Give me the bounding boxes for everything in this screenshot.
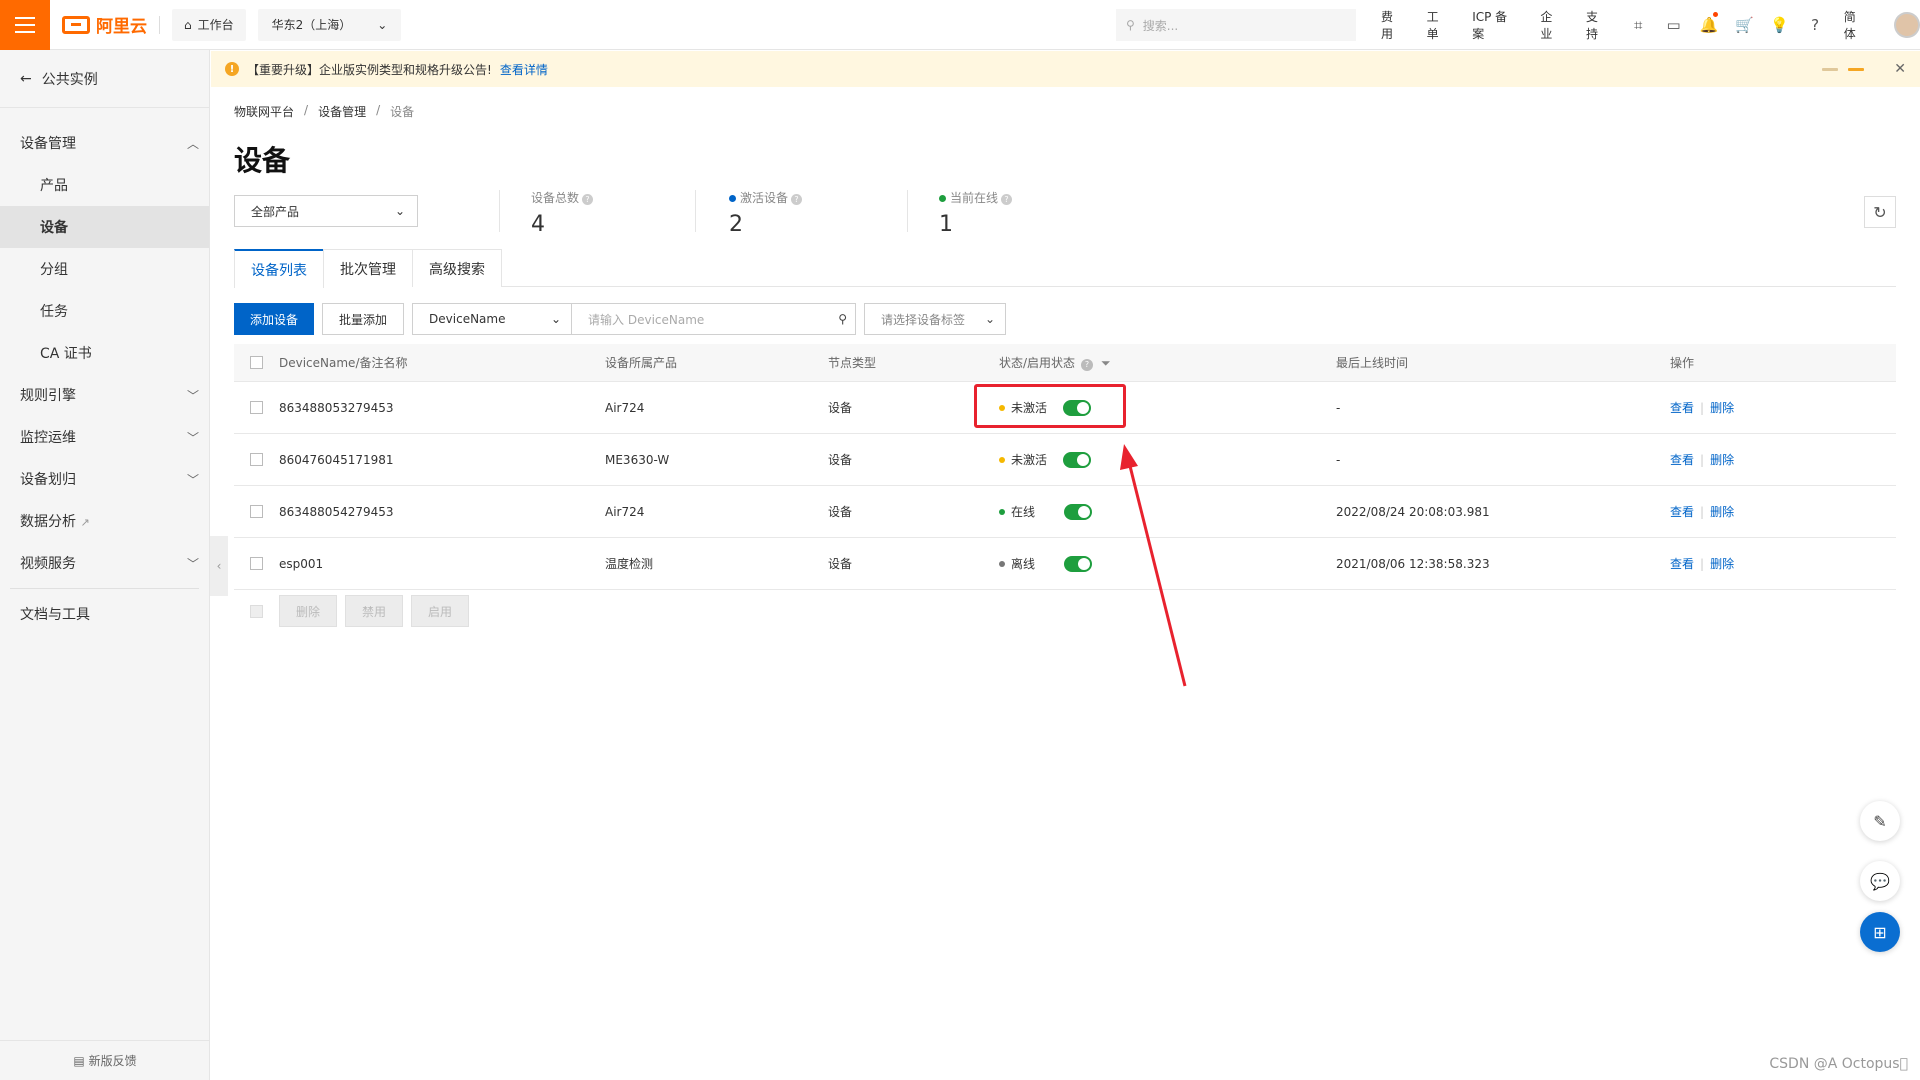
chat-float-button[interactable]: 💬 — [1860, 861, 1900, 901]
chat-icon: 💬 — [1870, 871, 1890, 891]
watermark: CSDN @A Octopus  — [1769, 1056, 1908, 1072]
arrow-head — [1120, 444, 1138, 470]
apps-float-button[interactable]: ⊞ — [1860, 912, 1900, 952]
annotation-arrow — [1120, 444, 1187, 687]
grid-icon: ⊞ — [1873, 922, 1887, 942]
pencil-icon: ✎ — [1873, 811, 1887, 831]
arrow-shaft — [1127, 461, 1187, 687]
edit-float-button[interactable]: ✎ — [1860, 801, 1900, 841]
